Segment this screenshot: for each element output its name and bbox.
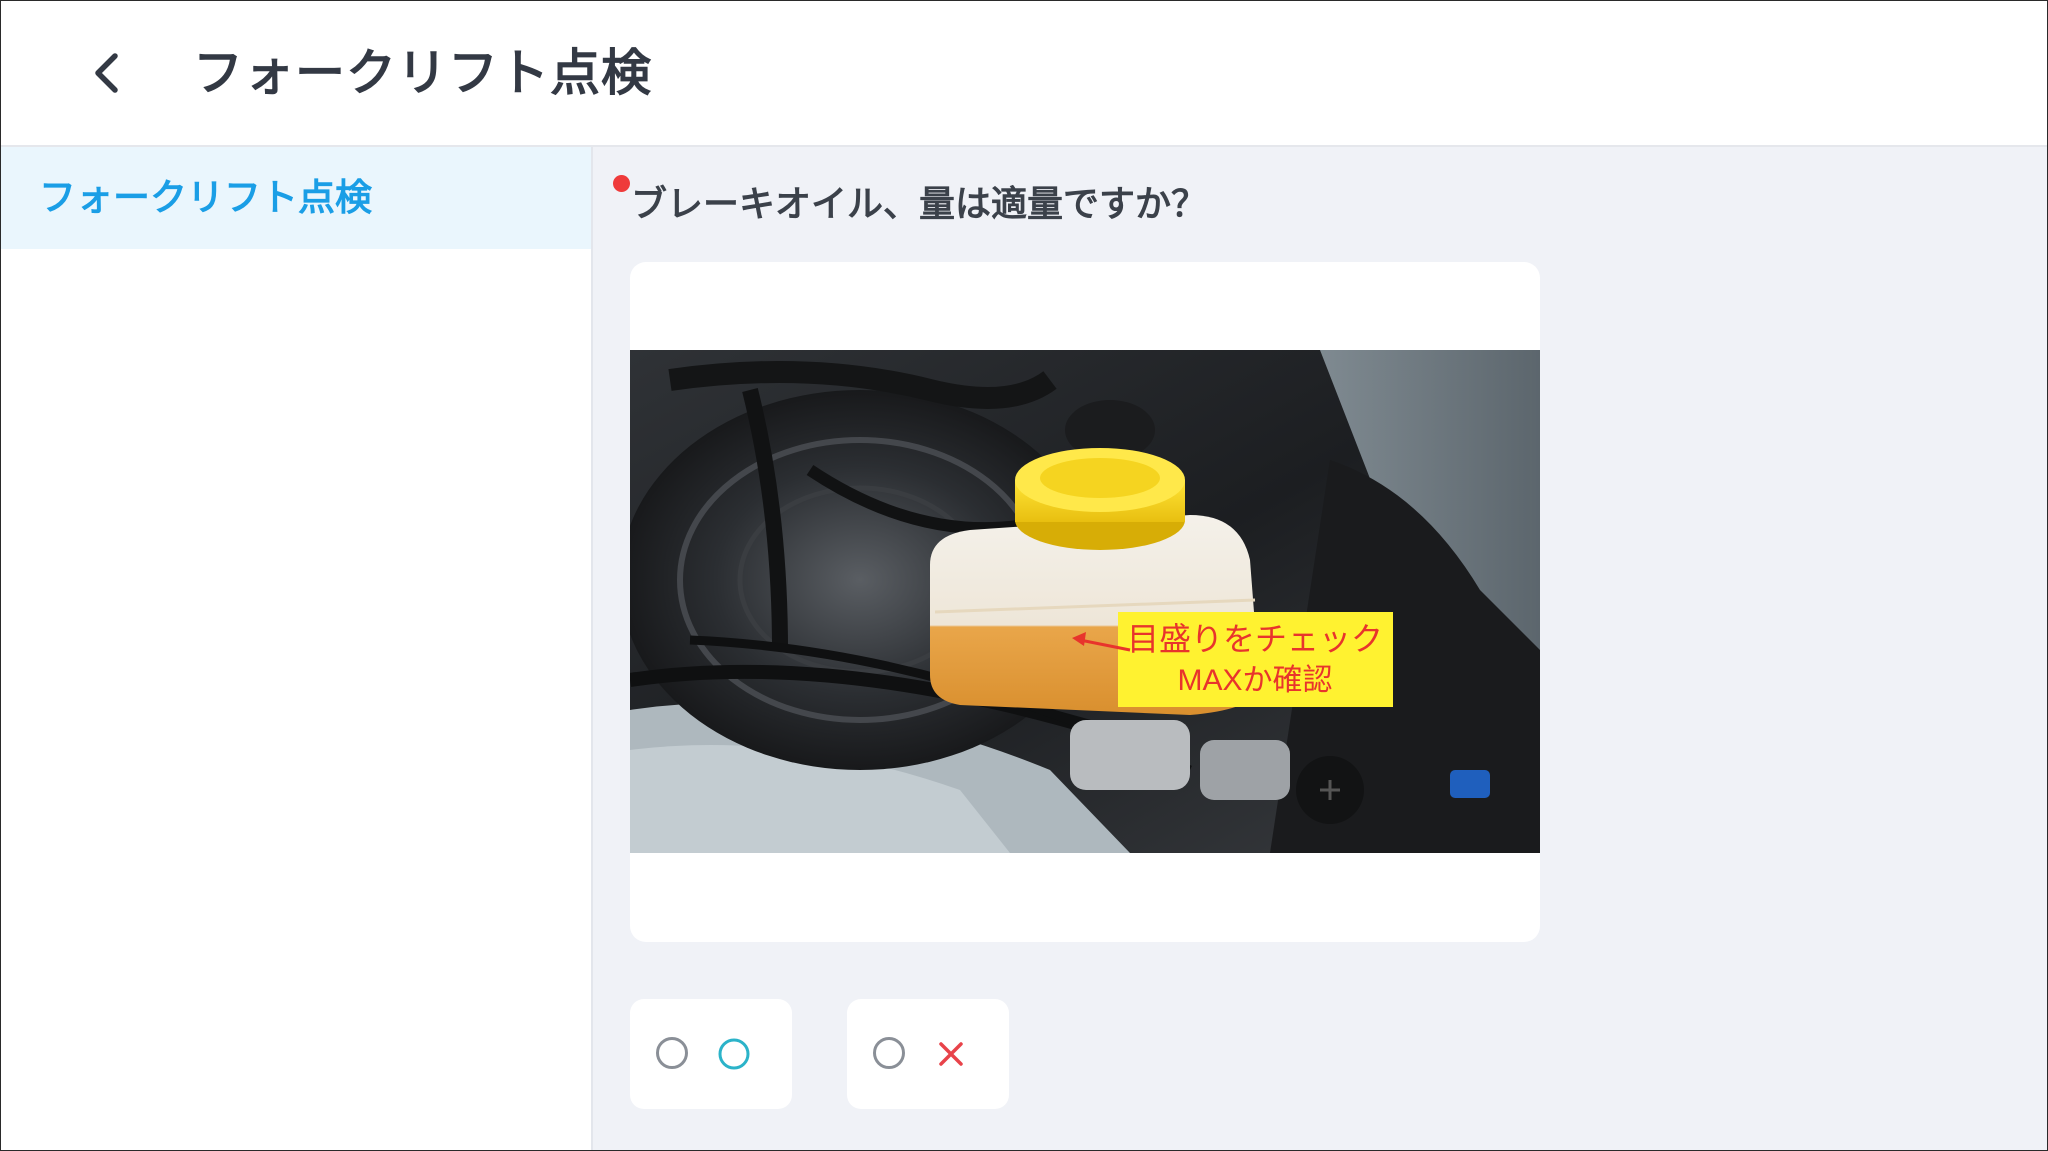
sidebar: フォークリフト点検 — [1, 147, 593, 1150]
chevron-left-icon — [95, 53, 118, 93]
sidebar-item-label: フォークリフト点検 — [39, 176, 372, 219]
radio-button[interactable] — [656, 1037, 688, 1069]
answer-option-no[interactable] — [847, 999, 1009, 1109]
question-panel: ブレーキオイル、量は適量ですか？ 目盛りをチェック MAXか確認 — [593, 147, 2047, 1150]
reference-image-card: 目盛りをチェック MAXか確認 — [630, 262, 1540, 942]
radio-button[interactable] — [873, 1037, 905, 1069]
question-text: ブレーキオイル、量は適量ですか？ — [631, 184, 1208, 225]
annotation-text-1: 目盛りをチェック — [1127, 621, 1383, 657]
annotation-text-2: MAXか確認 — [1177, 664, 1332, 697]
sidebar-item-forklift-inspection[interactable]: フォークリフト点検 — [1, 147, 591, 249]
circle-icon — [714, 1029, 754, 1079]
page-title: フォークリフト点検 — [193, 44, 652, 102]
app-header: フォークリフト点検 — [1, 1, 2047, 147]
cross-icon — [931, 1029, 971, 1079]
answer-option-yes[interactable] — [630, 999, 792, 1109]
back-button[interactable] — [81, 43, 131, 103]
required-indicator — [613, 175, 630, 192]
brake-fluid-reservoir-photo: 目盛りをチェック MAXか確認 — [630, 350, 1540, 853]
